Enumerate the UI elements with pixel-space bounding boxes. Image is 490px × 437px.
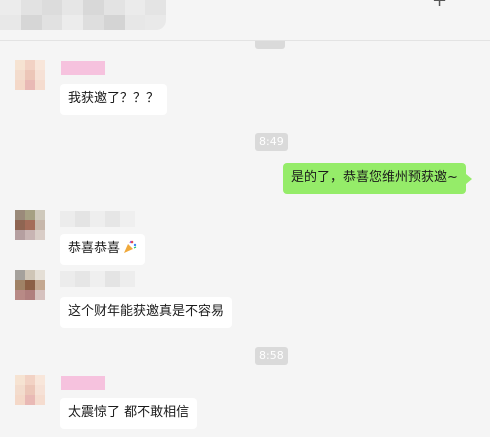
contact-avatar[interactable] [15, 60, 45, 90]
message-bubble-received[interactable]: 恭喜恭喜 [60, 234, 146, 265]
message-text: 是的了，恭喜您维州预获邀~ [291, 170, 458, 185]
redacted-sender-name [61, 61, 105, 75]
redacted-sender-name [60, 271, 135, 287]
contact-avatar[interactable] [15, 375, 45, 405]
time-badge: 8:58 [255, 347, 288, 365]
message-bubble-received[interactable]: 我获邀了？？？ [60, 84, 168, 115]
message-text: 我获邀了？？？ [68, 91, 160, 106]
party-popper-icon [124, 240, 137, 253]
redacted-sender-name [60, 211, 135, 227]
message-bubble-received[interactable]: 太震惊了 都不敢相信 [60, 398, 198, 429]
contact-avatar[interactable] [15, 270, 45, 300]
chat-top-bar: + [0, 0, 490, 41]
add-icon[interactable]: + [432, 0, 447, 10]
redacted-contact-name [0, 0, 166, 30]
message-bubble-received[interactable]: 这个财年能获邀真是不容易 [60, 297, 233, 328]
time-badge: 8:49 [255, 133, 288, 151]
message-bubble-sent[interactable]: 是的了，恭喜您维州预获邀~ [283, 163, 472, 194]
message-text: 恭喜恭喜 [68, 241, 121, 256]
time-text: 8:58 [259, 349, 284, 362]
message-text: 这个财年能获邀真是不容易 [68, 304, 225, 319]
contact-avatar[interactable] [15, 210, 45, 240]
message-text: 太震惊了 都不敢相信 [68, 405, 190, 420]
time-badge-partial [255, 41, 285, 49]
time-text: 8:49 [259, 135, 284, 148]
redacted-sender-name [61, 376, 105, 390]
